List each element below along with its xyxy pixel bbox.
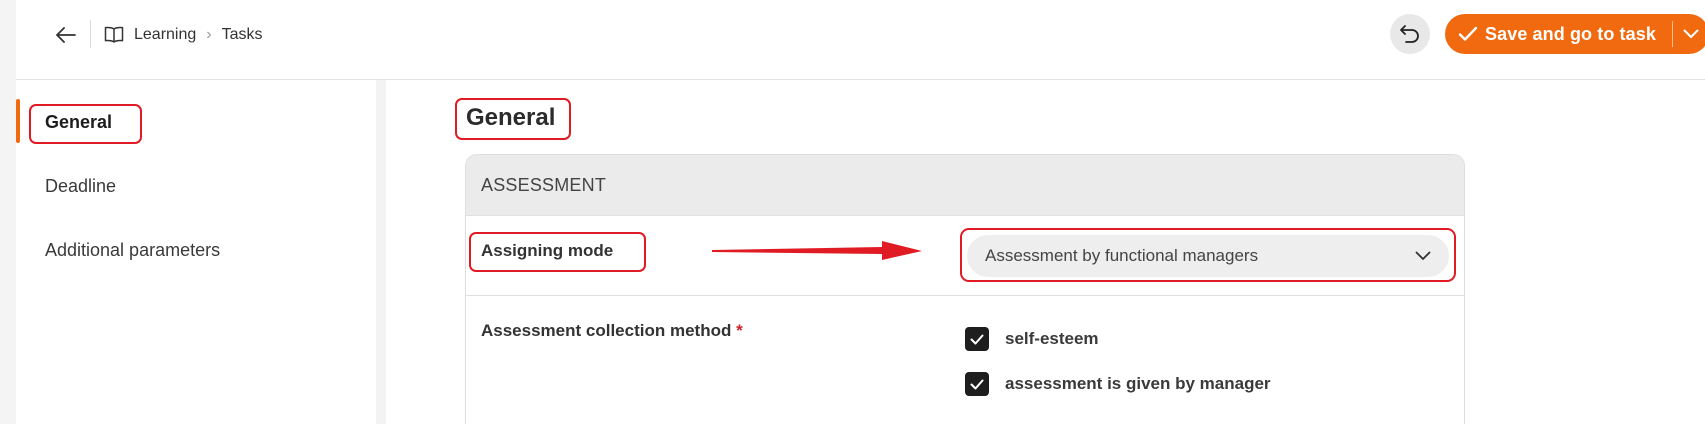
window-edge <box>0 0 16 424</box>
manager-assessment-checkbox[interactable] <box>965 372 989 396</box>
active-indicator <box>16 99 20 143</box>
assigning-mode-value: Assessment by functional managers <box>985 246 1259 265</box>
section-header-label: ASSESSMENT <box>481 174 607 195</box>
chevron-down-icon[interactable] <box>1673 29 1705 39</box>
back-button[interactable] <box>46 20 86 50</box>
sidebar: General Deadline Additional parameters <box>16 80 376 424</box>
header-divider <box>90 20 91 48</box>
assessment-card: ASSESSMENT Assigning mode Assessment by … <box>465 154 1465 424</box>
option-self-esteem: self-esteem <box>965 327 1099 351</box>
book-icon <box>104 26 124 43</box>
check-icon <box>1445 26 1485 42</box>
save-and-go-button[interactable]: Save and go to task <box>1445 14 1705 54</box>
sidebar-item-deadline[interactable]: Deadline <box>45 176 116 197</box>
required-asterisk: * <box>736 321 743 340</box>
chevron-down-icon <box>1415 251 1431 260</box>
self-esteem-label: self-esteem <box>1005 329 1099 348</box>
breadcrumb-learning[interactable]: Learning <box>134 26 196 44</box>
breadcrumb: Learning › Tasks <box>104 22 263 48</box>
sidebar-item-additional-parameters[interactable]: Additional parameters <box>45 240 220 261</box>
annotation-arrow-icon <box>712 241 922 260</box>
collection-method-label-text: Assessment collection method <box>481 321 732 340</box>
sidebar-item-general[interactable]: General <box>45 112 112 133</box>
section-header: ASSESSMENT <box>466 155 1464 215</box>
breadcrumb-separator: › <box>206 26 212 43</box>
sidebar-scroll-rail <box>376 80 386 424</box>
undo-icon <box>1400 25 1419 43</box>
undo-button[interactable] <box>1390 14 1430 54</box>
breadcrumb-tasks[interactable]: Tasks <box>222 26 263 44</box>
manager-assessment-label: assessment is given by manager <box>1005 374 1271 393</box>
save-button-label: Save and go to task <box>1485 23 1656 44</box>
top-bar: Learning › Tasks Save and go to task <box>16 0 1705 80</box>
check-icon <box>970 334 984 344</box>
collection-method-label: Assessment collection method * <box>481 321 743 341</box>
arrow-left-icon <box>56 27 76 43</box>
assigning-mode-label: Assigning mode <box>481 241 614 260</box>
assigning-mode-row: Assigning mode Assessment by functional … <box>466 215 1464 296</box>
option-manager-assessment: assessment is given by manager <box>965 372 1271 396</box>
check-icon <box>970 379 984 389</box>
page-title: General <box>466 104 556 131</box>
assigning-mode-select[interactable]: Assessment by functional managers <box>967 235 1449 277</box>
self-esteem-checkbox[interactable] <box>965 327 989 351</box>
